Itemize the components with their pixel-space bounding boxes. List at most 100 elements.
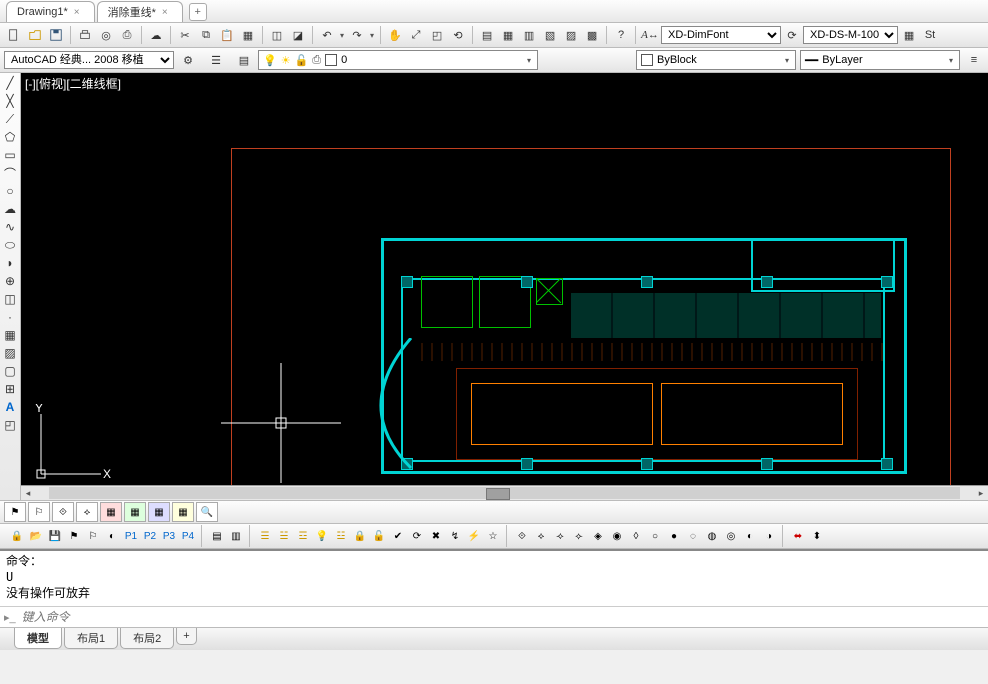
layon-icon[interactable]: ☳	[332, 527, 350, 545]
modify-icon[interactable]: ◍	[703, 527, 721, 545]
workspace-select[interactable]: AutoCAD 经典... 2008 移植	[4, 51, 174, 69]
help-icon[interactable]: ?	[611, 25, 631, 45]
add-tab-button[interactable]: +	[189, 3, 207, 21]
layer-tool-icon[interactable]: ▥	[227, 527, 245, 545]
modify-icon[interactable]: ⟣	[570, 527, 588, 545]
layer-tool-icon[interactable]: ▤	[208, 527, 226, 545]
layulk-icon[interactable]: 🔓	[370, 527, 388, 545]
redo-icon[interactable]: ↷	[347, 25, 367, 45]
viewport-label[interactable]: [-][俯视][二维线框]	[25, 75, 121, 92]
dim-style-icon[interactable]: A↔	[640, 25, 660, 45]
close-icon[interactable]: ×	[74, 7, 80, 18]
polygon-icon[interactable]: ⬠	[2, 129, 18, 145]
undo-icon[interactable]: ↶	[317, 25, 337, 45]
ellipse-arc-icon[interactable]: ◗	[2, 255, 18, 271]
lock-icon[interactable]: 🔒	[8, 527, 26, 545]
xline-icon[interactable]: ╳	[2, 93, 18, 109]
linetype-combo[interactable]: ━━ ByLayer ▾	[800, 50, 960, 70]
addsel-icon[interactable]: ◰	[2, 417, 18, 433]
make-block-icon[interactable]: ◫	[2, 291, 18, 307]
point-icon[interactable]: ·	[2, 309, 18, 325]
dcenter-icon[interactable]: ▦	[498, 25, 518, 45]
lineweight-icon[interactable]: ≡	[964, 50, 984, 70]
publish-icon[interactable]: ⎙	[117, 25, 137, 45]
pan-icon[interactable]: ✋	[385, 25, 405, 45]
bulb-icon[interactable]: 💡	[313, 527, 331, 545]
print-icon[interactable]	[75, 25, 95, 45]
p3-button[interactable]: P3	[160, 527, 178, 545]
layer-tool-icon[interactable]: ☆	[484, 527, 502, 545]
dimscale-select[interactable]: XD-DS-M-100	[803, 26, 898, 44]
rect-icon[interactable]: ▭	[2, 147, 18, 163]
modify-icon[interactable]: ●	[665, 527, 683, 545]
cut-icon[interactable]: ✂	[175, 25, 195, 45]
tab-layout2[interactable]: 布局2	[120, 628, 174, 649]
tool-icon[interactable]: ▦	[172, 502, 194, 522]
tool-icon[interactable]: ⚐	[28, 502, 50, 522]
modify-icon[interactable]: ◐	[741, 527, 759, 545]
modify-icon[interactable]: ◉	[608, 527, 626, 545]
layer-tool-icon[interactable]: ⚡	[465, 527, 483, 545]
layoff-icon[interactable]: ☲	[294, 527, 312, 545]
modify-icon[interactable]: ⟡	[532, 527, 550, 545]
command-input[interactable]	[20, 609, 984, 625]
flag2-icon[interactable]: ⚐	[84, 527, 102, 545]
cloud-icon[interactable]: ☁	[146, 25, 166, 45]
chevron-down-icon[interactable]: ▾	[338, 31, 346, 40]
line-icon[interactable]: ╱	[2, 75, 18, 91]
p4-button[interactable]: P4	[179, 527, 197, 545]
modify-icon[interactable]: ◎	[722, 527, 740, 545]
command-history[interactable]: 命令： U 没有操作可放弃	[0, 551, 988, 606]
pline-icon[interactable]: ⟋	[2, 111, 18, 127]
modify-icon[interactable]: ◌	[684, 527, 702, 545]
tab-layout1[interactable]: 布局1	[64, 628, 118, 649]
chevron-down-icon[interactable]: ▾	[368, 31, 376, 40]
ext-icon[interactable]: ⬍	[808, 527, 826, 545]
tool-icon[interactable]: ▦	[124, 502, 146, 522]
text-style-btn[interactable]: St	[920, 25, 940, 45]
layfrz-icon[interactable]: ☱	[275, 527, 293, 545]
tool-icon[interactable]: ⟡	[76, 502, 98, 522]
modify-icon[interactable]: ◈	[589, 527, 607, 545]
markup-icon[interactable]: ▨	[561, 25, 581, 45]
scroll-right-icon[interactable]: ▸	[974, 487, 988, 499]
scroll-thumb[interactable]	[486, 488, 510, 500]
block2-icon[interactable]: ◪	[288, 25, 308, 45]
layiso-icon[interactable]: ☰	[256, 527, 274, 545]
scroll-track[interactable]	[49, 487, 960, 499]
modify-icon[interactable]: ◊	[627, 527, 645, 545]
tab-drawing1[interactable]: Drawing1* ×	[6, 1, 95, 22]
color-combo[interactable]: ByBlock ▾	[636, 50, 796, 70]
layer-combo[interactable]: 💡 ☀ 🔓 ⎙ 0 ▾	[258, 50, 538, 70]
gear-icon[interactable]: ⚙	[178, 50, 198, 70]
spline-icon[interactable]: ∿	[2, 219, 18, 235]
modify-icon[interactable]: ⟢	[551, 527, 569, 545]
laymch-icon[interactable]: ✔	[389, 527, 407, 545]
revcloud-icon[interactable]: ☁	[2, 201, 18, 217]
p1-button[interactable]: P1	[122, 527, 140, 545]
tab-drawing2[interactable]: 消除重线* ×	[97, 1, 183, 22]
add-layout-button[interactable]: +	[176, 628, 196, 645]
ellipse-icon[interactable]: ⬭	[2, 237, 18, 253]
flag-icon[interactable]: ⚑	[65, 527, 83, 545]
scroll-left-icon[interactable]: ◂	[21, 487, 35, 499]
laylck-icon[interactable]: 🔒	[351, 527, 369, 545]
open-icon[interactable]	[25, 25, 45, 45]
paste-icon[interactable]: 📋	[217, 25, 237, 45]
zoom-prev-icon[interactable]: ⟲	[448, 25, 468, 45]
modify-icon[interactable]: ◑	[760, 527, 778, 545]
arc-icon[interactable]: ⌒	[2, 165, 18, 181]
dim-update-icon[interactable]: ⟳	[782, 25, 802, 45]
properties-icon[interactable]: ▤	[477, 25, 497, 45]
layer-tool-icon[interactable]: ↯	[446, 527, 464, 545]
preview-icon[interactable]: ◎	[96, 25, 116, 45]
dimstyle-select[interactable]: XD-DimFont	[661, 26, 781, 44]
layer-manager-icon[interactable]: ▤	[234, 50, 254, 70]
layer-tool-icon[interactable]: ✖	[427, 527, 445, 545]
tool-icon[interactable]: ⚑	[4, 502, 26, 522]
open-icon[interactable]: 📂	[27, 527, 45, 545]
drawing-canvas[interactable]: [-][俯视][二维线框]	[21, 73, 988, 500]
gradient-icon[interactable]: ▨	[2, 345, 18, 361]
circle-icon[interactable]: ○	[2, 183, 18, 199]
hatch-icon[interactable]: ▦	[2, 327, 18, 343]
